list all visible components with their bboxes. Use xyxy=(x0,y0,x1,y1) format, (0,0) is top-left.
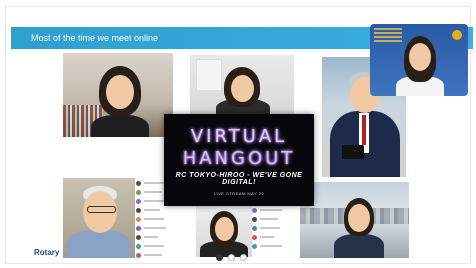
logo-subtitle: RC TOKYO-HIROO - WE'VE GONE DIGITAL! xyxy=(175,172,303,186)
speaker-video-inset xyxy=(370,24,468,96)
pagination-dot-3[interactable] xyxy=(240,254,247,261)
slide-pagination xyxy=(214,252,250,262)
participant-photo-5 xyxy=(196,205,252,257)
logo-live-stream: LIVE STREAM MAY 20 xyxy=(213,191,265,196)
slide-title: Most of the time we meet online xyxy=(31,33,159,43)
participant-photo-6 xyxy=(300,182,409,258)
pagination-dot-1[interactable] xyxy=(216,254,223,261)
participant-photo-4 xyxy=(63,178,135,258)
participant-photo-1 xyxy=(63,53,173,137)
logo-line-hangout: HANGOUT xyxy=(182,148,296,169)
virtual-hangout-logo: VIRTUAL HANGOUT RC TOKYO-HIROO - WE'VE G… xyxy=(164,114,314,206)
participant-photo-2 xyxy=(190,55,294,115)
logo-line-virtual: VIRTUAL xyxy=(190,126,288,147)
rotary-logo: Rotary xyxy=(34,248,60,257)
pagination-dot-2[interactable] xyxy=(228,254,235,261)
